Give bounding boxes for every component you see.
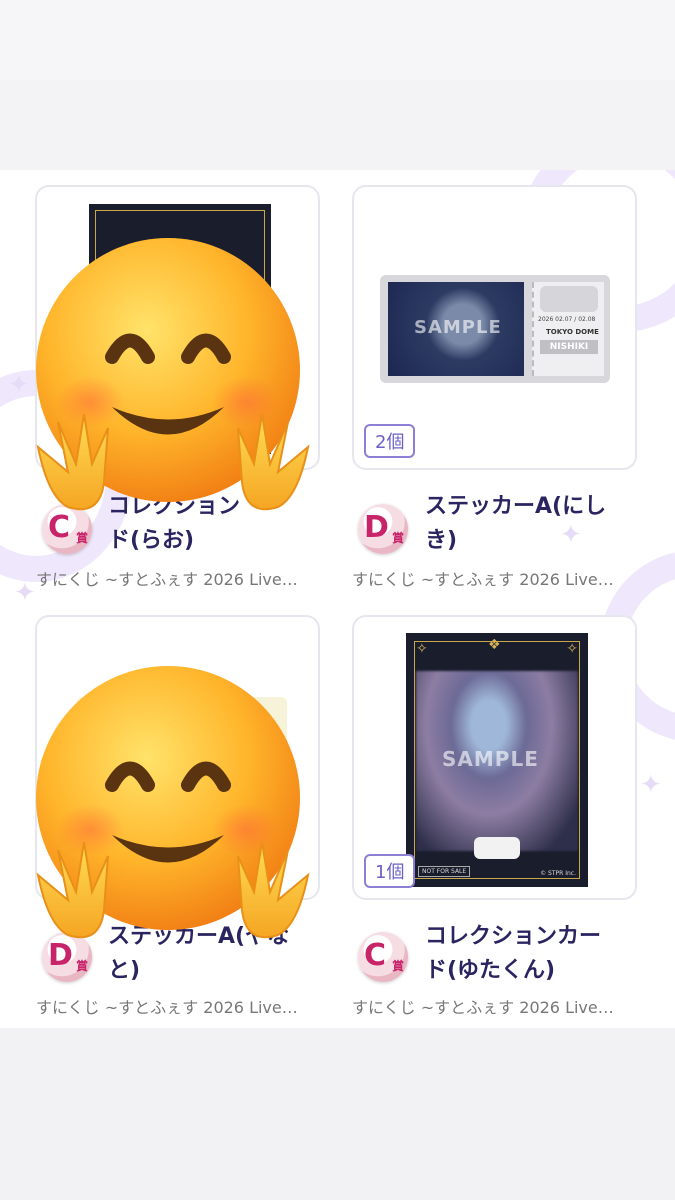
item-subtitle: すにくじ ~すとふぇす 2026 Live… xyxy=(36,998,298,1017)
item-name-line2: ド(ゆたくん) xyxy=(425,958,556,983)
sample-watermark: SAMPLE xyxy=(442,747,539,771)
prize-grid: ✦ ✦ ✦ ✦ C 賞 コレクション ド(らお) すにくじ ~すとふぇす 202… xyxy=(0,170,675,1028)
sample-watermark: SAMPLE xyxy=(414,317,502,338)
ornament-icon: ✧ xyxy=(566,641,578,657)
item-name-line1: コレクションカー xyxy=(425,924,602,949)
item-name[interactable]: コレクションカー ド(ゆたくん) xyxy=(425,920,645,988)
ornament-icon: ❖ xyxy=(488,637,501,653)
ornament-icon: ✧ xyxy=(416,641,428,657)
header-spacer xyxy=(0,80,675,170)
ticket-date: 2026 02.07 / 02.08 xyxy=(538,316,596,323)
sparkle-icon: ✦ xyxy=(640,770,662,800)
status-area xyxy=(0,0,675,80)
collection-card-thumbnail: ✧ ✧ ❖ SAMPLE NOT FOR SALE © STPR Inc. xyxy=(406,633,588,887)
item-subtitle: すにくじ ~すとふぇす 2026 Live… xyxy=(352,570,614,589)
item-name-line2: き) xyxy=(425,528,458,553)
event-logo xyxy=(474,837,520,859)
quantity-badge: 1個 xyxy=(364,854,416,888)
ticket-member: NISHIKI xyxy=(540,340,598,354)
bottom-area xyxy=(0,1028,675,1200)
item-name[interactable]: ステッカーA(にし き) xyxy=(425,490,645,558)
item-name-line2: ド(らお) xyxy=(108,528,195,553)
prize-suffix: 賞 xyxy=(391,959,404,973)
smiling-face-with-open-hands-icon xyxy=(36,666,310,939)
prize-suffix: 賞 xyxy=(75,959,88,973)
sparkle-icon: ✦ xyxy=(8,370,30,400)
prize-letter: C xyxy=(364,938,387,973)
item-subtitle: すにくじ ~すとふぇす 2026 Live… xyxy=(352,998,614,1017)
ticket-stub: 2026 02.07 / 02.08 TOKYO DOME NISHIKI xyxy=(532,282,604,376)
ticket-sticker-thumbnail: SAMPLE 2026 02.07 / 02.08 TOKYO DOME NIS… xyxy=(380,275,610,383)
prize-suffix: 賞 xyxy=(391,531,404,545)
ticket-venue: TOKYO DOME xyxy=(546,328,599,336)
smiling-face-with-open-hands-icon xyxy=(36,238,310,511)
prize-card[interactable]: ✧ ✧ ❖ SAMPLE NOT FOR SALE © STPR Inc. 1個 xyxy=(352,615,637,900)
prize-card[interactable]: SAMPLE 2026 02.07 / 02.08 TOKYO DOME NIS… xyxy=(352,185,637,470)
prize-suffix: 賞 xyxy=(75,531,88,545)
event-logo xyxy=(540,286,598,312)
copyright-label: © STPR Inc. xyxy=(540,870,576,877)
not-for-sale-label: NOT FOR SALE xyxy=(418,866,471,877)
prize-letter: D xyxy=(364,510,389,545)
quantity-badge: 2個 xyxy=(364,424,416,458)
item-name-line1: ステッカーA(にし xyxy=(425,494,607,519)
item-name-line2: と) xyxy=(108,958,141,983)
sparkle-icon: ✦ xyxy=(14,578,36,608)
item-subtitle: すにくじ ~すとふぇす 2026 Live… xyxy=(36,570,298,589)
prize-rank-badge: D 賞 xyxy=(358,504,408,554)
prize-rank-badge: C 賞 xyxy=(358,932,408,982)
